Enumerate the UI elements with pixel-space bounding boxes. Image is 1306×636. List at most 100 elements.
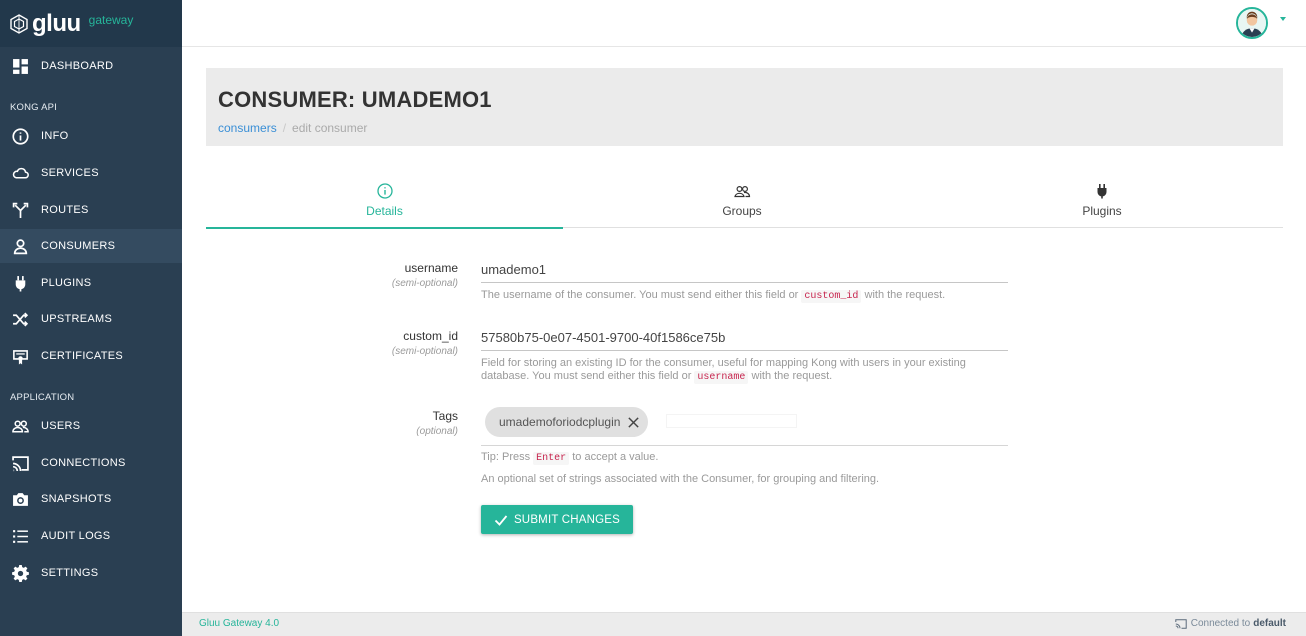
tab-plugins[interactable]: Plugins [921, 172, 1283, 228]
brand-subtitle: gateway [88, 12, 134, 27]
tag-input[interactable] [666, 414, 797, 428]
page-header: CONSUMER: UMADEMO1 consumers / edit consum… [206, 68, 1283, 146]
list-icon [11, 527, 29, 545]
cast-icon [11, 454, 29, 472]
sidebar-item-snapshots[interactable]: SNAPSHOTS [0, 482, 182, 516]
sidebar-item-info[interactable]: INFO [0, 119, 182, 153]
custom-id-help-text-end: with the request. [751, 370, 833, 382]
camera-icon [11, 490, 29, 508]
user-avatar-icon [1238, 9, 1266, 37]
tags-field[interactable]: umademoforiodcplugin [481, 400, 1008, 446]
submit-changes-label: SUBMIT CHANGES [513, 513, 621, 526]
sidebar-item-consumers[interactable]: CONSUMERS [0, 229, 182, 263]
user-menu-caret-icon[interactable] [1280, 17, 1286, 21]
breadcrumb-link-consumers[interactable]: consumers [218, 121, 277, 135]
sidebar: gluu gateway DASHBOARD KONG API INFO SER… [0, 0, 182, 636]
tags-hint: (optional) [416, 426, 458, 437]
brand[interactable]: gluu gateway [0, 0, 182, 47]
custom-id-field[interactable] [481, 325, 1008, 351]
sidebar-item-plugins[interactable]: PLUGINS [0, 266, 182, 300]
sidebar-item-certificates[interactable]: CERTIFICATES [0, 339, 182, 373]
tags-tip-code: Enter [533, 452, 570, 465]
info-icon [376, 183, 393, 199]
tags-tip-text-end: to accept a value. [572, 451, 659, 463]
cast-icon [1175, 618, 1187, 629]
brand-name: gluu [32, 9, 81, 37]
section-kong-api: KONG API [10, 102, 58, 113]
breadcrumb: consumers / edit consumer [218, 121, 367, 135]
info-icon [11, 127, 29, 145]
sidebar-item-label: CONSUMERS [41, 240, 116, 252]
shuffle-icon [11, 310, 29, 328]
username-help-text-end: with the request. [864, 289, 946, 301]
tab-label: Details [366, 204, 403, 218]
breadcrumb-current: edit consumer [292, 121, 368, 135]
tab-bar: Details Groups Plugins [206, 172, 1283, 229]
sidebar-item-audit-logs[interactable]: AUDIT LOGS [0, 519, 182, 553]
connection-name: default [1253, 618, 1286, 629]
username-label-group: username (semi-optional) [392, 261, 458, 289]
username-help: The username of the consumer. You must s… [481, 289, 1008, 303]
footer: Gluu Gateway 4.0 Connected to default [182, 612, 1306, 636]
tab-groups[interactable]: Groups [563, 172, 921, 228]
connection-status-prefix: Connected to [1190, 618, 1251, 629]
sidebar-item-label: SNAPSHOTS [41, 493, 112, 505]
page-title: CONSUMER: UMADEMO1 [218, 87, 492, 112]
sidebar-item-settings[interactable]: SETTINGS [0, 556, 182, 590]
username-help-code: custom_id [801, 290, 862, 303]
tags-label-group: Tags (optional) [416, 409, 458, 437]
sidebar-item-label: INFO [41, 130, 69, 142]
sidebar-item-services[interactable]: SERVICES [0, 156, 182, 190]
sidebar-item-label: ROUTES [41, 204, 89, 216]
tab-details[interactable]: Details [206, 172, 563, 229]
custom-id-help: Field for storing an existing ID for the… [481, 357, 1008, 384]
tag-chip-label: umademoforiodcplugin [499, 415, 621, 429]
sidebar-item-routes[interactable]: ROUTES [0, 193, 182, 227]
gear-icon [11, 564, 29, 582]
custom-id-help-code: username [694, 371, 749, 384]
check-icon [494, 514, 508, 526]
plug-icon [1097, 184, 1107, 199]
users-icon [734, 185, 751, 198]
users-icon [11, 417, 29, 435]
gluu-logo-icon [10, 13, 28, 34]
username-help-text: The username of the consumer. You must s… [481, 289, 799, 301]
tags-label: Tags [432, 409, 458, 423]
sidebar-item-label: SERVICES [41, 167, 99, 179]
footer-version: Gluu Gateway 4.0 [199, 618, 280, 629]
tab-label: Groups [722, 204, 762, 218]
sidebar-item-label: CONNECTIONS [41, 457, 126, 469]
username-field[interactable] [481, 257, 1008, 283]
certificate-icon [11, 347, 29, 365]
sidebar-item-label: UPSTREAMS [41, 313, 113, 325]
user-icon [11, 237, 29, 255]
submit-changes-button[interactable]: SUBMIT CHANGES [481, 505, 633, 534]
sidebar-item-label: DASHBOARD [41, 60, 114, 72]
tags-tip-text: Tip: Press [481, 451, 531, 463]
close-icon[interactable] [626, 415, 640, 429]
tags-tip: Tip: Press Enter to accept a value. [481, 451, 1008, 465]
username-label: username [404, 261, 458, 275]
tab-label: Plugins [1082, 204, 1122, 218]
avatar[interactable] [1236, 7, 1268, 39]
routes-icon [11, 201, 29, 219]
breadcrumb-separator: / [282, 121, 287, 135]
dashboard-icon [11, 57, 29, 75]
top-bar [182, 0, 1306, 47]
sidebar-item-label: PLUGINS [41, 277, 92, 289]
sidebar-item-upstreams[interactable]: UPSTREAMS [0, 302, 182, 336]
username-hint: (semi-optional) [391, 278, 458, 289]
cloud-icon [11, 164, 29, 182]
custom-id-label-group: custom_id (semi-optional) [392, 329, 458, 357]
sidebar-item-label: CERTIFICATES [41, 350, 124, 362]
sidebar-item-users[interactable]: USERS [0, 409, 182, 443]
plug-icon [11, 274, 29, 292]
section-application: APPLICATION [10, 392, 75, 403]
sidebar-item-dashboard[interactable]: DASHBOARD [0, 49, 182, 83]
sidebar-item-connections[interactable]: CONNECTIONS [0, 446, 182, 480]
custom-id-label: custom_id [403, 329, 458, 343]
tags-help: An optional set of strings associated wi… [481, 473, 880, 485]
custom-id-hint: (semi-optional) [391, 346, 458, 357]
connection-status[interactable]: Connected to default [1175, 618, 1286, 629]
tag-chip[interactable]: umademoforiodcplugin [485, 407, 649, 437]
